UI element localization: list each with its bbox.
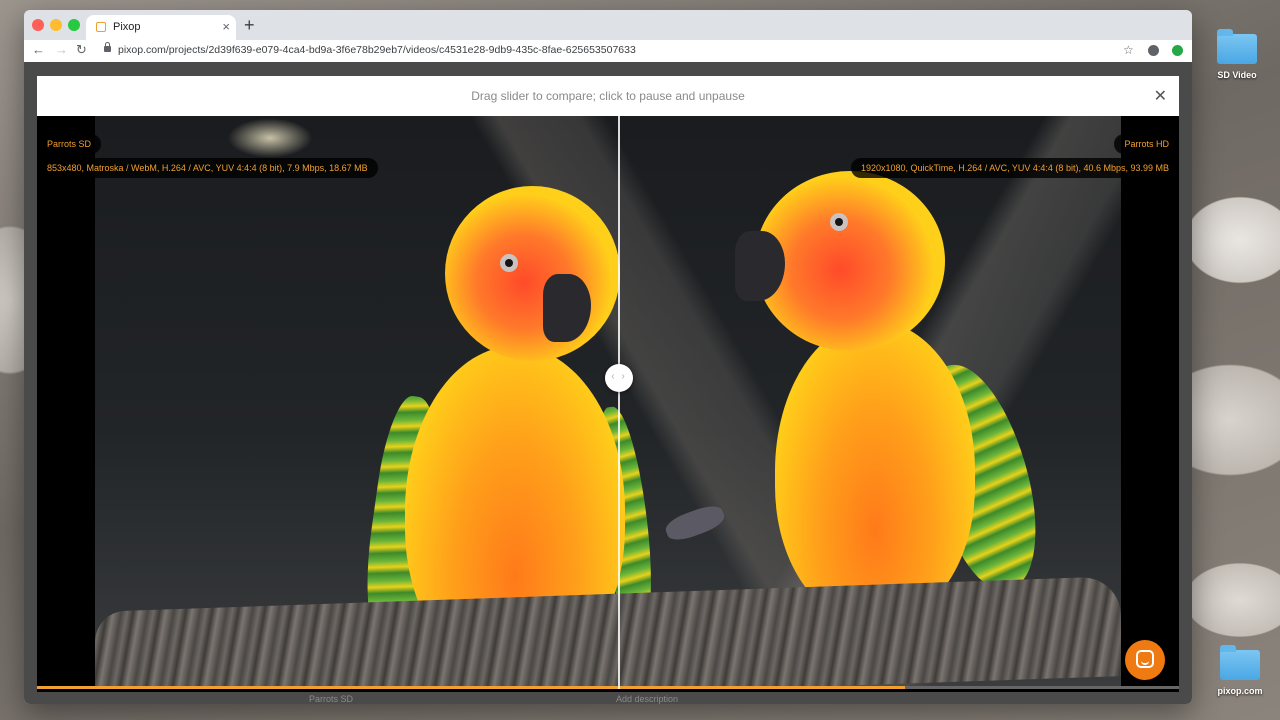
tab-pixop[interactable]: Pixop × [86, 15, 236, 40]
video-frame [95, 116, 1121, 689]
url-text: pixop.com/projects/2d39f639-e079-4ca4-bd… [118, 44, 636, 56]
compare-modal: Drag slider to compare; click to pause a… [37, 76, 1179, 692]
desktop-icon-label: SD Video [1217, 70, 1257, 80]
compare-slider-handle[interactable]: ‹ › [605, 364, 633, 392]
window-close-button[interactable] [32, 19, 44, 31]
compare-divider-line[interactable] [618, 116, 620, 689]
chat-button[interactable] [1125, 640, 1165, 680]
left-right-arrows-icon: ‹ › [611, 371, 627, 382]
window-maximize-button[interactable] [68, 19, 80, 31]
page-content: Parrots SD Add description Drag slider t… [24, 62, 1192, 704]
modal-close-icon[interactable]: ✕ [1154, 86, 1167, 106]
account-icon[interactable] [1148, 45, 1159, 56]
folder-icon [1220, 645, 1260, 680]
chat-icon [1136, 650, 1154, 668]
tab-bar: Pixop × + [24, 10, 1192, 40]
left-video-name-badge: Parrots SD [37, 134, 102, 154]
tree-branch [95, 576, 1121, 689]
back-icon[interactable]: ← [32, 42, 45, 57]
lock-icon [104, 42, 111, 52]
browser-window: Pixop × + ← → ↻ pixop.com/projects/2d39f… [24, 10, 1192, 704]
address-bar[interactable]: pixop.com/projects/2d39f639-e079-4ca4-bd… [96, 41, 1141, 61]
left-video-meta-badge: 853x480, Matroska / WebM, H.264 / AVC, Y… [37, 158, 378, 178]
background-description: Add description [616, 694, 679, 704]
desktop-folder-pixop[interactable]: pixop.com [1208, 645, 1272, 696]
forward-icon[interactable]: → [55, 42, 68, 57]
window-minimize-button[interactable] [50, 19, 62, 31]
playback-progress-fill [37, 686, 905, 689]
reload-icon[interactable]: ↻ [76, 42, 87, 58]
folder-icon [1217, 29, 1257, 64]
extension-icon[interactable] [1172, 45, 1183, 56]
background-video-name: Parrots SD [309, 694, 354, 704]
pixop-favicon-icon [96, 22, 106, 32]
playback-progress-bar[interactable] [37, 686, 1179, 689]
tab-title: Pixop [113, 21, 141, 33]
right-video-meta-badge: 1920x1080, QuickTime, H.264 / AVC, YUV 4… [851, 158, 1179, 178]
bookmark-star-icon[interactable]: ☆ [1123, 43, 1134, 57]
right-video-name-badge: Parrots HD [1114, 134, 1179, 154]
modal-header: Drag slider to compare; click to pause a… [37, 76, 1179, 116]
desktop-folder-sd-video[interactable]: SD Video [1205, 29, 1269, 80]
compare-hint: Drag slider to compare; click to pause a… [471, 89, 745, 103]
browser-toolbar: ← → ↻ pixop.com/projects/2d39f639-e079-4… [24, 40, 1192, 63]
new-tab-button[interactable]: + [244, 15, 255, 36]
desktop-icon-label: pixop.com [1217, 686, 1263, 696]
video-compare-stage[interactable]: Parrots SD 853x480, Matroska / WebM, H.2… [37, 116, 1179, 689]
tab-close-icon[interactable]: × [222, 19, 230, 34]
